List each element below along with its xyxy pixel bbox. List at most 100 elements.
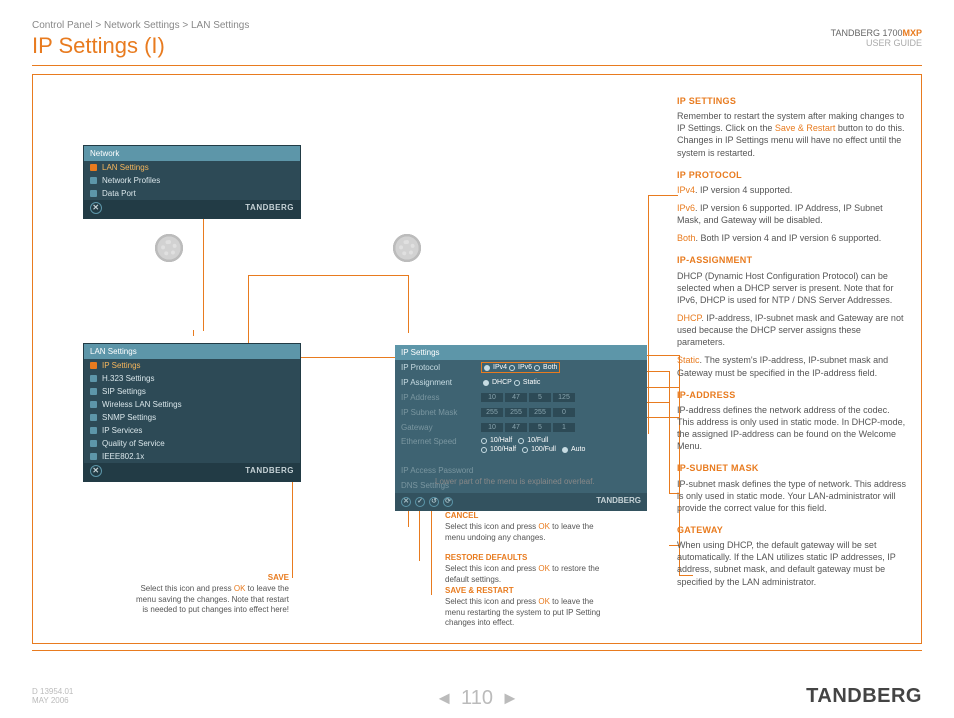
help-both: Both. Both IP version 4 and IP version 6… [677, 232, 907, 244]
lan-menu-item-snmp[interactable]: SNMP Settings [84, 411, 300, 424]
octet[interactable]: 10 [481, 423, 503, 432]
close-icon[interactable]: ✕ [90, 202, 102, 214]
connector-line [408, 275, 409, 333]
page-nav: ◄ 110 ► [435, 687, 519, 710]
row-gateway: Gateway 10 47 5 1 [395, 420, 647, 435]
callout-save: SAVE Select this icon and press OK to le… [129, 573, 289, 616]
help-ip-settings-text: Remember to restart the system after mak… [677, 110, 907, 159]
lan-menu-item-wireless-lan[interactable]: Wireless LAN Settings [84, 398, 300, 411]
lan-menu-item-h323[interactable]: H.323 Settings [84, 372, 300, 385]
row-ip-address: IP Address 10 47 5 125 [395, 390, 647, 405]
content-frame: Network LAN Settings Network Profiles Da… [32, 74, 922, 644]
network-menu-item-network-profiles[interactable]: Network Profiles [84, 174, 300, 187]
octet[interactable]: 255 [481, 408, 503, 417]
page-number: 110 [461, 687, 493, 710]
help-ipv6: IPv6. IP version 6 supported. IP Address… [677, 202, 907, 226]
callout-restore-title: RESTORE DEFAULTS [445, 553, 605, 563]
radio-static[interactable]: Static [514, 379, 541, 386]
octet[interactable]: 255 [505, 408, 527, 417]
lan-menu-item-ip-settings[interactable]: IP Settings [84, 359, 300, 372]
breadcrumb: Control Panel > Network Settings > LAN S… [32, 20, 922, 31]
connector-line [669, 371, 670, 493]
octet[interactable]: 0 [553, 408, 575, 417]
ip-subnet-octets: 255 255 255 0 [481, 408, 575, 417]
row-ip-password[interactable]: IP Access Password [395, 463, 647, 478]
radio-dot-icon [483, 380, 489, 386]
ip-protocol-radio-group[interactable]: IPv4 IPv6 Both [481, 362, 560, 373]
callout-cancel: CANCEL Select this icon and press OK to … [445, 511, 605, 543]
ip-panel-title: IP Settings [395, 345, 647, 360]
octet[interactable]: 1 [553, 423, 575, 432]
footer-docinfo: D 13954.01 MAY 2006 [32, 687, 73, 706]
radio-ipv6[interactable]: IPv6 [509, 364, 532, 371]
octet[interactable]: 10 [481, 393, 503, 402]
help-gateway-text: When using DHCP, the default gateway wil… [677, 539, 907, 588]
lan-menu-item-sip[interactable]: SIP Settings [84, 385, 300, 398]
radio-dot-icon [522, 447, 528, 453]
help-ip-subnet-title: IP-SUBNET MASK [677, 462, 907, 474]
radio-dot-icon [534, 365, 540, 371]
network-menu-panel: Network LAN Settings Network Profiles Da… [83, 145, 301, 219]
save-icon[interactable]: ✓ [415, 497, 425, 507]
callout-cancel-title: CANCEL [445, 511, 605, 521]
radio-100full[interactable]: 100/Full [522, 446, 556, 453]
callout-restore: RESTORE DEFAULTS Select this icon and pr… [445, 553, 605, 585]
radio-dot-icon [514, 380, 520, 386]
help-dhcp-desc: DHCP (Dynamic Host Configuration Protoco… [677, 270, 907, 306]
help-ip-assignment-title: IP-ASSIGNMENT [677, 254, 907, 266]
label-ip-assignment: IP Assignment [401, 378, 481, 387]
callout-save-restart: SAVE & RESTART Select this icon and pres… [445, 586, 605, 629]
gear-icon [389, 230, 425, 266]
octet[interactable]: 47 [505, 423, 527, 432]
radio-dot-icon [481, 447, 487, 453]
gear-icon [151, 230, 187, 266]
help-ipv4: IPv4. IP version 4 supported. [677, 184, 907, 196]
product-brand: TANDBERG 1700 [831, 28, 903, 38]
network-menu-item-lan-settings[interactable]: LAN Settings [84, 161, 300, 174]
header-product: TANDBERG 1700MXP USER GUIDE [831, 28, 922, 48]
footer-brand: TANDBERG [806, 685, 922, 708]
label-ip-address: IP Address [401, 393, 481, 402]
ip-address-octets: 10 47 5 125 [481, 393, 575, 402]
radio-auto[interactable]: Auto [562, 446, 585, 453]
radio-both[interactable]: Both [534, 364, 557, 371]
close-icon[interactable]: ✕ [90, 465, 102, 477]
radio-ipv4[interactable]: IPv4 [484, 364, 507, 371]
prev-page-arrow-icon[interactable]: ◄ [435, 688, 453, 709]
help-ip-address-text: IP-address defines the network address o… [677, 404, 907, 453]
help-ip-address-title: IP-ADDRESS [677, 389, 907, 401]
radio-dhcp[interactable]: DHCP [483, 379, 512, 386]
connector-line [648, 195, 678, 196]
octet[interactable]: 5 [529, 423, 551, 432]
row-eth-speed: Ethernet Speed 10/Half 10/Full 100/Half … [395, 435, 647, 463]
connector-line [193, 330, 194, 336]
help-gateway-title: GATEWAY [677, 524, 907, 536]
lan-settings-title: LAN Settings [84, 344, 300, 359]
lan-menu-item-qos[interactable]: Quality of Service [84, 437, 300, 450]
footer-rule [32, 650, 922, 651]
radio-10half[interactable]: 10/Half [481, 437, 512, 444]
cancel-icon[interactable]: ✕ [401, 497, 411, 507]
octet[interactable]: 255 [529, 408, 551, 417]
octet[interactable]: 47 [505, 393, 527, 402]
connector-line [248, 275, 408, 276]
panel-brand: TANDBERG [245, 203, 294, 212]
row-ip-protocol: IP Protocol IPv4 IPv6 Both [395, 360, 647, 375]
restore-defaults-icon[interactable]: ↺ [429, 497, 439, 507]
label-ip-protocol: IP Protocol [401, 363, 481, 372]
ip-assignment-radio-group[interactable]: DHCP Static [481, 378, 542, 387]
octet[interactable]: 125 [553, 393, 575, 402]
help-static: Static. The system's IP-address, IP-subn… [677, 354, 907, 378]
note-overleaf: Lower part of the menu is explained over… [435, 477, 595, 486]
radio-10full[interactable]: 10/Full [518, 437, 548, 444]
radio-100half[interactable]: 100/Half [481, 446, 516, 453]
network-menu-item-data-port[interactable]: Data Port [84, 187, 300, 200]
label-ip-password: IP Access Password [401, 466, 481, 475]
octet[interactable]: 5 [529, 393, 551, 402]
lan-menu-item-ieee8021x[interactable]: IEEE802.1x [84, 450, 300, 463]
help-ip-protocol-title: IP PROTOCOL [677, 169, 907, 181]
radio-dot-icon [509, 365, 515, 371]
lan-menu-item-ip-services[interactable]: IP Services [84, 424, 300, 437]
save-restart-icon[interactable]: ⟳ [443, 497, 453, 507]
next-page-arrow-icon[interactable]: ► [501, 688, 519, 709]
